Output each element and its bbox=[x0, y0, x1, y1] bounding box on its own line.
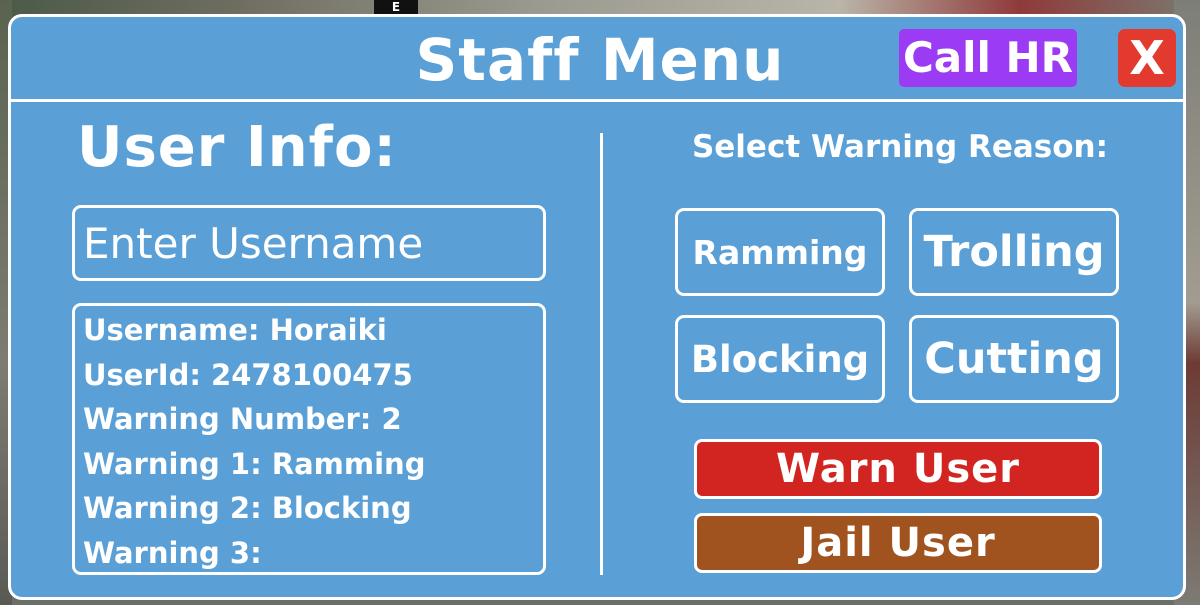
jail-user-button[interactable]: Jail User bbox=[694, 513, 1102, 573]
info-warning-1: Warning 1: Ramming bbox=[83, 446, 426, 481]
username-input[interactable] bbox=[72, 205, 546, 281]
backdrop-sign: E bbox=[374, 0, 418, 14]
info-warning-2: Warning 2: Blocking bbox=[83, 491, 412, 525]
reason-cutting-button[interactable]: Cutting bbox=[909, 315, 1119, 403]
call-hr-button[interactable]: Call HR bbox=[899, 29, 1077, 87]
staff-menu-panel: Staff Menu Call HR X User Info: Username… bbox=[8, 14, 1186, 600]
user-info-heading: User Info: bbox=[77, 115, 397, 180]
reason-trolling-button[interactable]: Trolling bbox=[909, 208, 1119, 296]
info-warning-number: Warning Number: 2 bbox=[83, 402, 402, 436]
info-userid: UserId: 2478100475 bbox=[83, 357, 413, 392]
close-button[interactable]: X bbox=[1118, 29, 1176, 87]
user-info-box: Username: Horaiki UserId: 2478100475 War… bbox=[72, 303, 546, 575]
reason-ramming-button[interactable]: Ramming bbox=[675, 208, 885, 296]
column-divider bbox=[600, 133, 603, 575]
reason-blocking-button[interactable]: Blocking bbox=[675, 315, 885, 403]
info-username: Username: Horaiki bbox=[83, 313, 387, 347]
info-warning-3: Warning 3: bbox=[83, 535, 262, 570]
warning-reason-heading: Select Warning Reason: bbox=[691, 129, 1109, 165]
header-divider bbox=[11, 99, 1183, 102]
warn-user-button[interactable]: Warn User bbox=[694, 439, 1102, 499]
